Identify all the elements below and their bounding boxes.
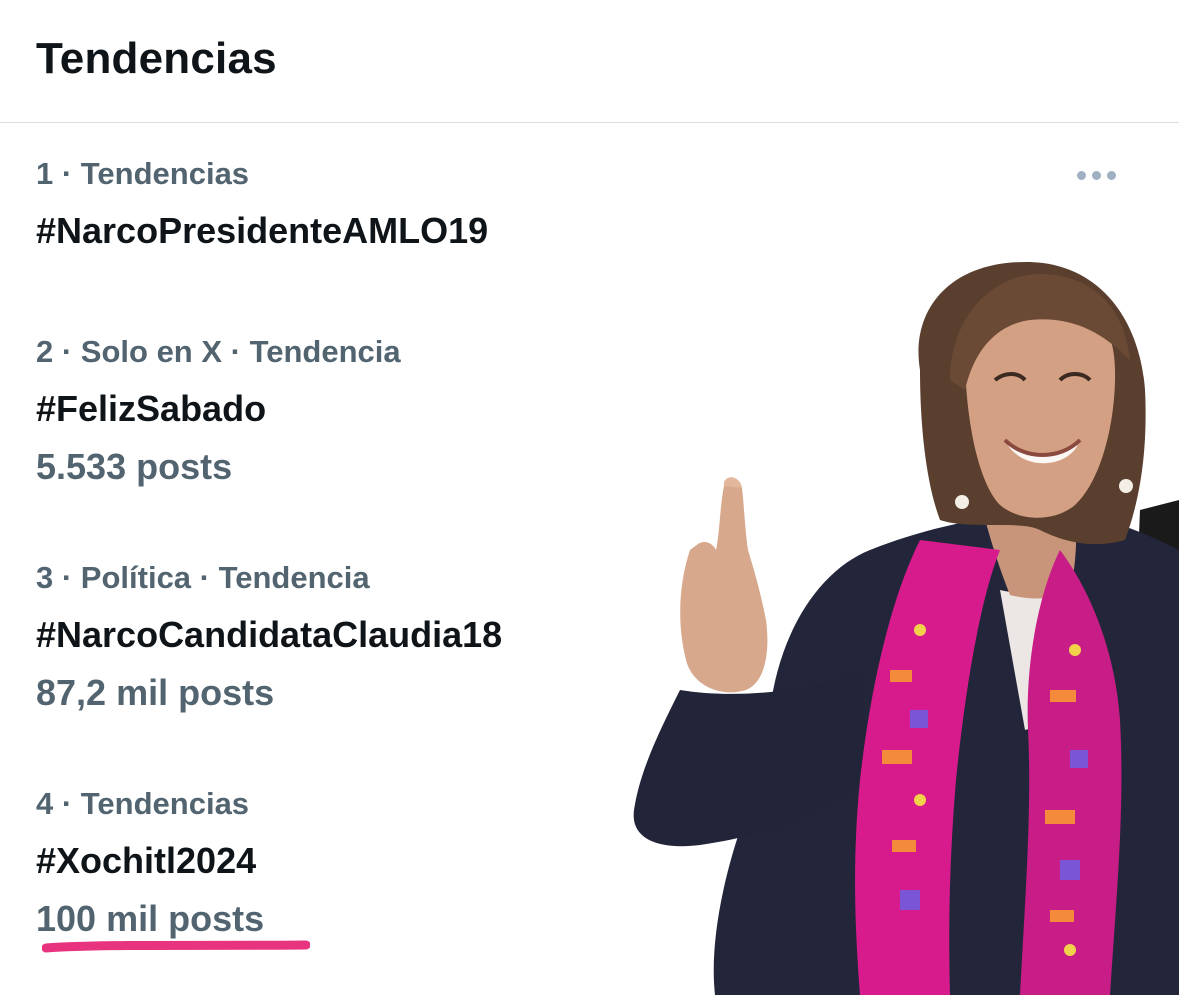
trend-name: #NarcoPresidenteAMLO19 — [36, 210, 489, 251]
more-options-button[interactable] — [1068, 160, 1124, 190]
more-horizontal-icon-dot — [1106, 170, 1116, 180]
page-title: Tendencias — [36, 34, 277, 83]
trend-post-count: 87,2 mil posts — [36, 672, 275, 713]
trend-post-count: 5.533 posts — [36, 446, 233, 487]
more-horizontal-icon-dot — [1091, 170, 1101, 180]
trend-post-count: 100 mil posts — [36, 898, 265, 939]
more-horizontal-icon — [1076, 170, 1086, 180]
highlight-underline — [42, 940, 310, 953]
trend-item[interactable]: 1 · Tendencias #NarcoPresidenteAMLO19 — [36, 156, 736, 252]
woman-photo — [633, 261, 1179, 995]
trend-meta: 1 · Tendencias — [36, 156, 250, 191]
page-header: Tendencias — [0, 0, 1179, 123]
